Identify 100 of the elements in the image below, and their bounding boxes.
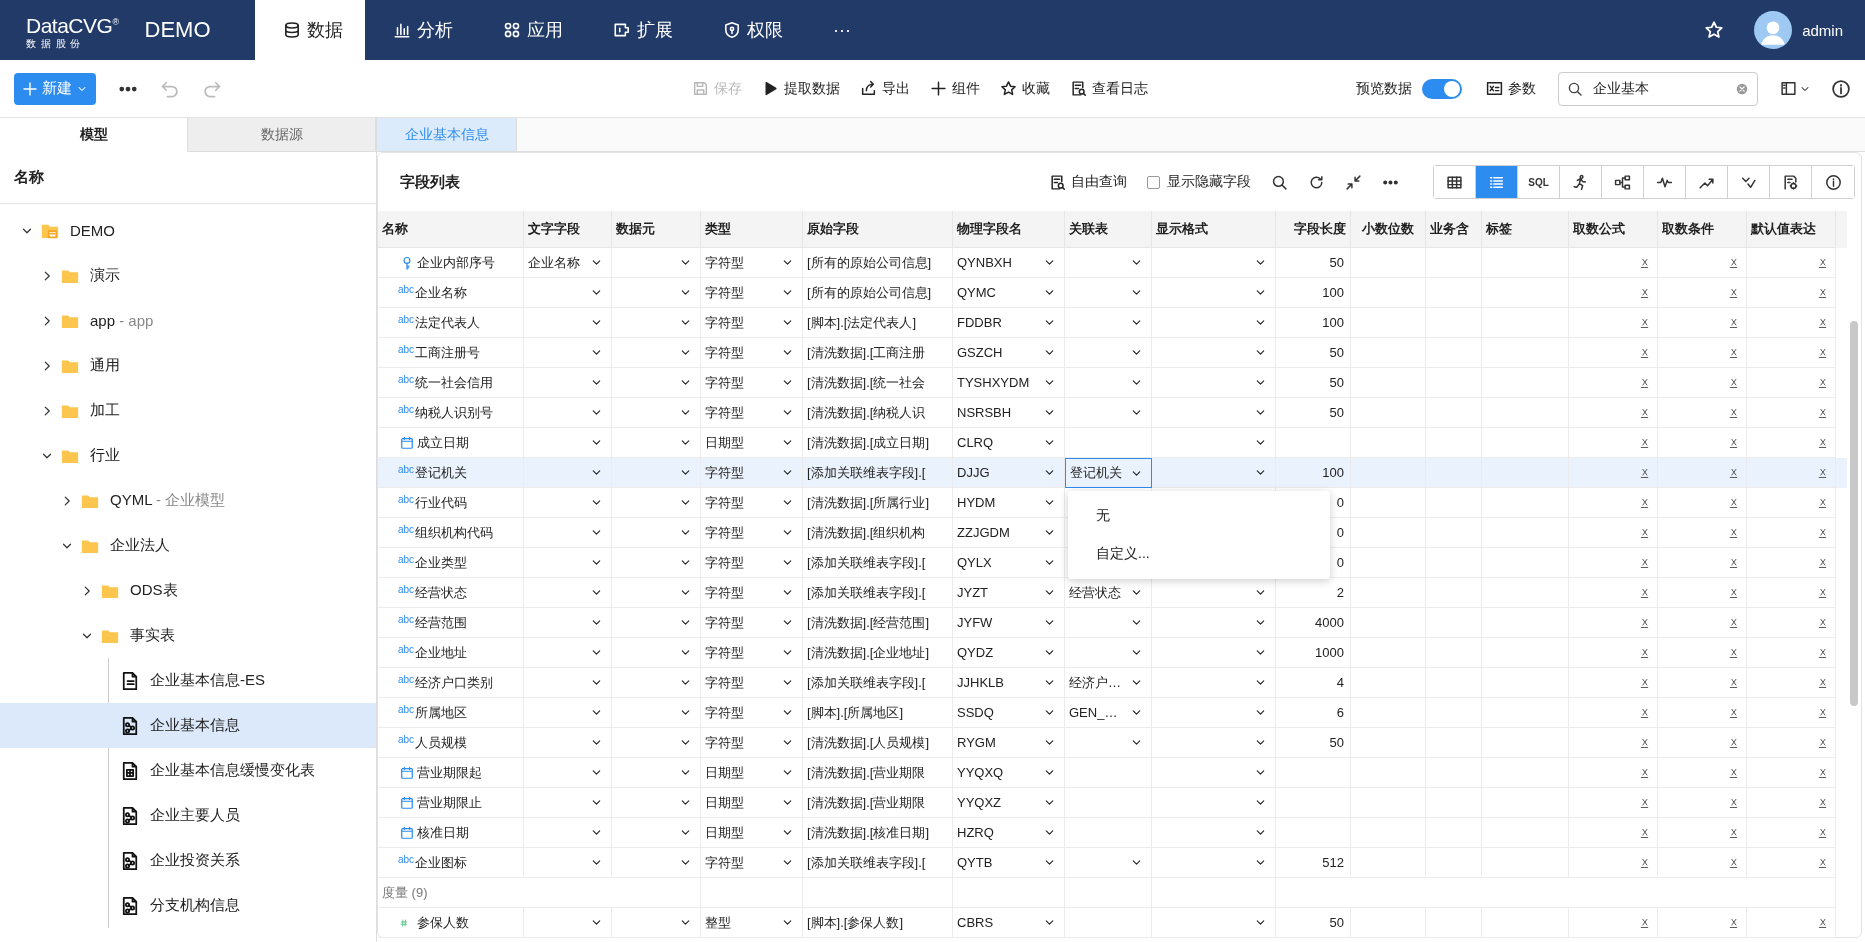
dropdown-cell[interactable]: DJJG	[953, 458, 1065, 488]
dropdown-cell[interactable]	[612, 488, 701, 518]
tree-item[interactable]: ODS表	[0, 568, 376, 613]
dropdown-cell[interactable]: JYZT	[953, 578, 1065, 608]
dropdown-cell[interactable]	[612, 668, 701, 698]
dropdown-cell[interactable]: QYLX	[953, 548, 1065, 578]
dropdown-cell[interactable]	[1065, 638, 1152, 668]
dropdown-cell[interactable]: 字符型	[701, 248, 803, 278]
dropdown-cell[interactable]: YYQXQ	[953, 758, 1065, 788]
collapse-icon[interactable]	[1345, 173, 1362, 191]
dropdown-cell[interactable]	[524, 458, 612, 488]
dropdown-cell[interactable]: QYDZ	[953, 638, 1065, 668]
dropdown-cell[interactable]: JYFW	[953, 608, 1065, 638]
dropdown-cell[interactable]: CBRS	[953, 908, 1065, 938]
dropdown-cell[interactable]	[524, 488, 612, 518]
dropdown-cell[interactable]: 字符型	[701, 398, 803, 428]
dropdown-cell[interactable]: RYGM	[953, 728, 1065, 758]
dropdown-cell[interactable]	[1065, 248, 1152, 278]
dropdown-cell[interactable]	[524, 788, 612, 818]
search-icon[interactable]	[1271, 173, 1288, 191]
dropdown-cell[interactable]	[524, 818, 612, 848]
dropdown-cell[interactable]: 字符型	[701, 698, 803, 728]
dropdown-cell[interactable]	[1152, 638, 1276, 668]
dropdown-cell[interactable]: 字符型	[701, 728, 803, 758]
dropdown-cell[interactable]	[1152, 368, 1276, 398]
dropdown-cell[interactable]	[1065, 608, 1152, 638]
dropdown-cell[interactable]: 字符型	[701, 368, 803, 398]
dropdown-cell[interactable]	[612, 548, 701, 578]
refresh-icon[interactable]	[1308, 173, 1325, 191]
dropdown-cell[interactable]: 字符型	[701, 308, 803, 338]
dropdown-cell[interactable]	[1065, 728, 1152, 758]
nav-tab[interactable]: 数据	[255, 0, 365, 60]
tree-item[interactable]: 分支机构信息	[0, 883, 376, 928]
tree-item[interactable]: 加工	[0, 388, 376, 433]
dropdown-cell[interactable]: 日期型	[701, 788, 803, 818]
tree-item[interactable]: 企业基本信息-ES	[0, 658, 376, 703]
dropdown-cell[interactable]: 整型	[701, 908, 803, 938]
dropdown-cell[interactable]: 字符型	[701, 338, 803, 368]
dropdown-cell[interactable]: 字符型	[701, 458, 803, 488]
dropdown-cell[interactable]	[524, 668, 612, 698]
tree-item[interactable]: 事实表	[0, 613, 376, 658]
tree-item[interactable]: 企业主要人员	[0, 793, 376, 838]
dropdown-cell[interactable]	[1152, 458, 1276, 488]
nav-tab[interactable]: ···	[805, 0, 873, 60]
dropdown-cell[interactable]: 日期型	[701, 818, 803, 848]
dropdown-cell[interactable]	[524, 338, 612, 368]
dropdown-cell[interactable]: 经营状态	[1065, 578, 1152, 608]
nav-tab[interactable]: 分析	[365, 0, 475, 60]
dropdown-cell[interactable]	[1152, 758, 1276, 788]
dropdown-cell[interactable]	[524, 308, 612, 338]
dropdown-cell[interactable]	[1152, 248, 1276, 278]
nav-tab[interactable]: 应用	[475, 0, 585, 60]
dropdown-cell[interactable]	[524, 578, 612, 608]
dropdown-cell[interactable]	[612, 278, 701, 308]
dropdown-cell[interactable]	[524, 518, 612, 548]
dropdown-cell[interactable]: HYDM	[953, 488, 1065, 518]
dropdown-cell[interactable]: GSZCH	[953, 338, 1065, 368]
dropdown-cell[interactable]: 字符型	[701, 608, 803, 638]
toolbar-button[interactable]: 组件	[930, 79, 980, 98]
dropdown-cell[interactable]: TYSHXYDM	[953, 368, 1065, 398]
dropdown-cell[interactable]	[1152, 278, 1276, 308]
clear-icon[interactable]	[1735, 81, 1749, 96]
star-icon[interactable]	[1704, 20, 1725, 40]
dropdown-cell[interactable]	[612, 818, 701, 848]
toolbar-button[interactable]: 导出	[860, 79, 910, 98]
layout-button[interactable]	[1780, 80, 1811, 97]
dropdown-cell[interactable]	[612, 638, 701, 668]
tree-item[interactable]: 通用	[0, 343, 376, 388]
avatar[interactable]	[1754, 11, 1793, 49]
dropdown-cell[interactable]: QYMC	[953, 278, 1065, 308]
search-field[interactable]: 企业基本	[1558, 71, 1758, 106]
info-icon[interactable]	[1831, 78, 1851, 99]
dropdown-cell[interactable]	[1152, 398, 1276, 428]
dropdown-cell[interactable]: ZZJGDM	[953, 518, 1065, 548]
dropdown-cell[interactable]	[524, 608, 612, 638]
dropdown-cell[interactable]	[524, 908, 612, 938]
dropdown-cell[interactable]: YYQXZ	[953, 788, 1065, 818]
dropdown-cell[interactable]	[1065, 338, 1152, 368]
nav-tab[interactable]: 权限	[695, 0, 805, 60]
dropdown-cell[interactable]	[1152, 308, 1276, 338]
dropdown-cell[interactable]	[524, 548, 612, 578]
dropdown-cell[interactable]	[1065, 308, 1152, 338]
dropdown-cell[interactable]: 日期型	[701, 758, 803, 788]
dropdown-cell[interactable]	[1152, 908, 1276, 938]
dropdown-cell[interactable]	[612, 578, 701, 608]
dropdown-cell[interactable]: HZRQ	[953, 818, 1065, 848]
dropdown-cell[interactable]	[1152, 728, 1276, 758]
view-button[interactable]	[1434, 166, 1476, 198]
dropdown-cell[interactable]: 字符型	[701, 488, 803, 518]
dropdown-cell[interactable]	[1152, 818, 1276, 848]
dropdown-cell[interactable]	[1065, 368, 1152, 398]
dropdown-cell[interactable]: 字符型	[701, 668, 803, 698]
dropdown-cell[interactable]	[612, 518, 701, 548]
dropdown-cell[interactable]	[524, 278, 612, 308]
toolbar-button[interactable]: 查看日志	[1070, 79, 1148, 98]
dropdown-cell[interactable]: 字符型	[701, 278, 803, 308]
dropdown-cell[interactable]: QYNBXH	[953, 248, 1065, 278]
show-hidden-checkbox[interactable]: 显示隐藏字段	[1147, 173, 1251, 191]
dropdown-cell[interactable]	[524, 728, 612, 758]
tree-item[interactable]: QYML - 企业模型	[0, 478, 376, 523]
